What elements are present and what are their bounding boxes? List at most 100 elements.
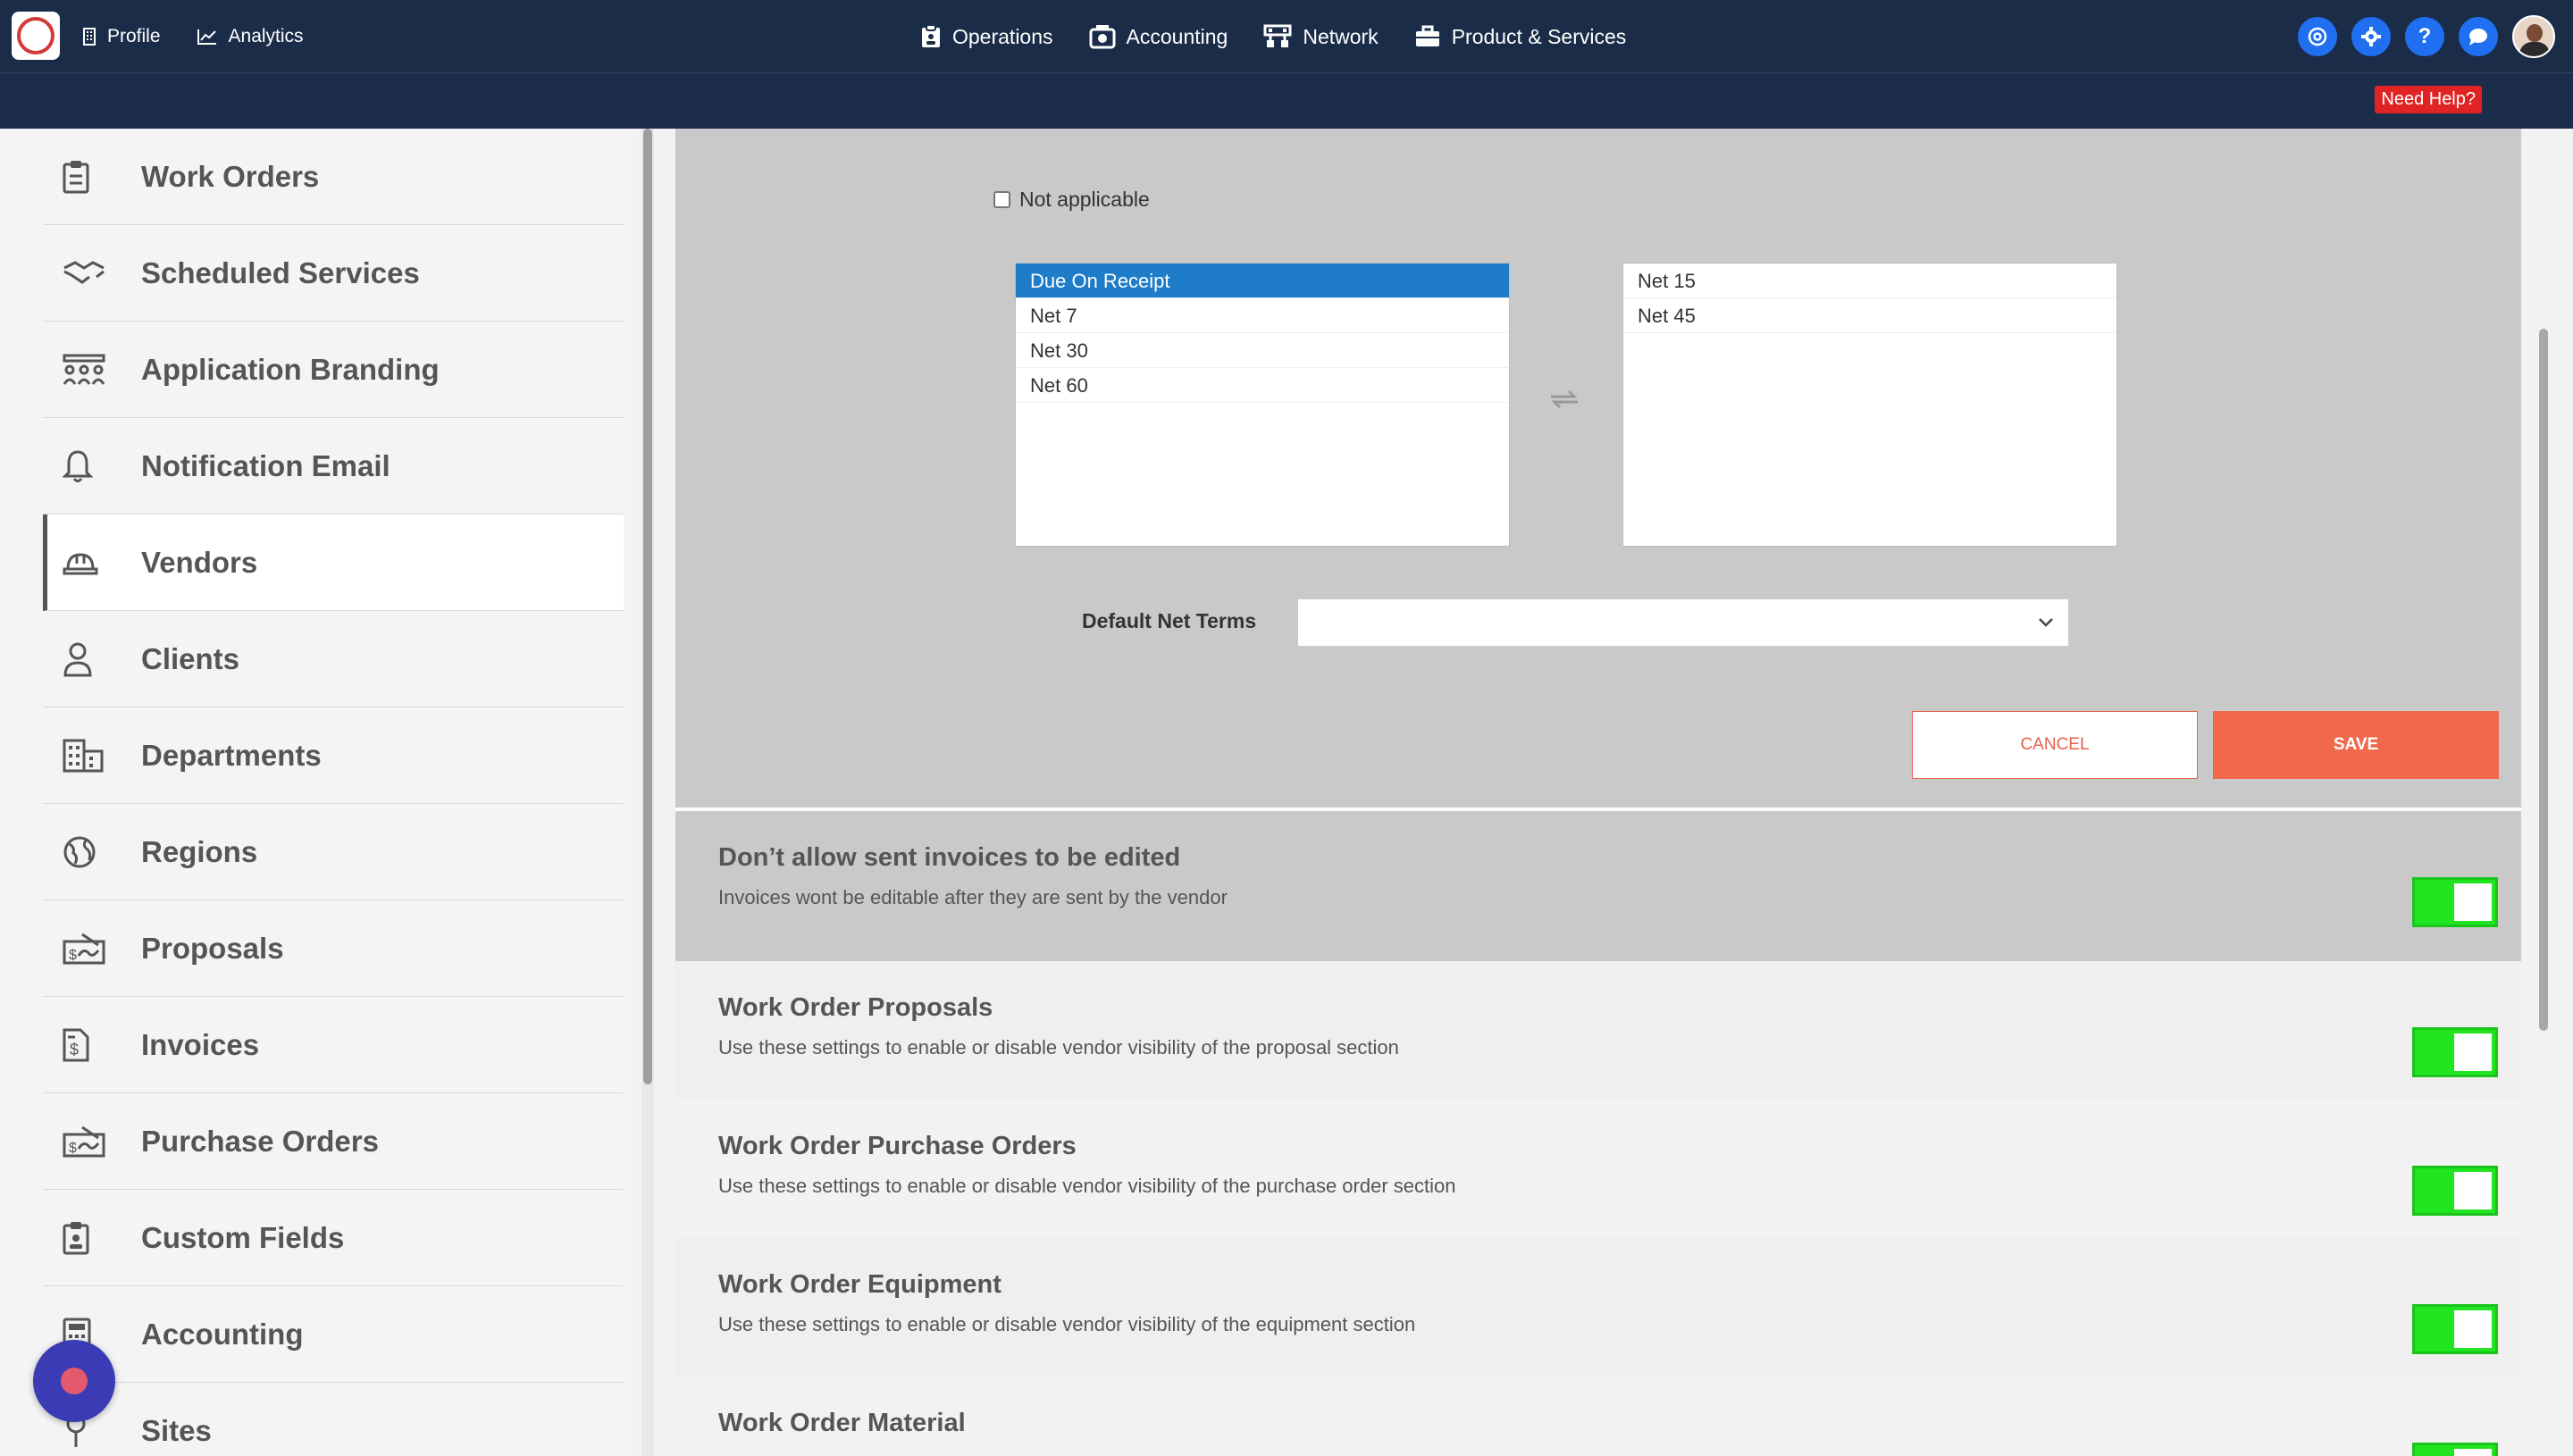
sidebar-label: Custom Fields bbox=[141, 1220, 345, 1254]
nav-accounting-label: Accounting bbox=[1126, 24, 1228, 48]
sidebar-label: Proposals bbox=[141, 931, 284, 965]
toggle-knob bbox=[2454, 1449, 2492, 1456]
sidebar-item-invoices[interactable]: $ Invoices bbox=[43, 997, 624, 1093]
building-icon bbox=[82, 28, 96, 46]
setting-work-order-equipment: Work Order Equipment Use these settings … bbox=[675, 1238, 2521, 1377]
setting-toggle[interactable] bbox=[2412, 1443, 2498, 1456]
invoice-icon: $ bbox=[63, 1028, 113, 1062]
list-item[interactable]: Net 45 bbox=[1623, 298, 2116, 333]
need-help-button[interactable]: Need Help? bbox=[2375, 86, 2482, 113]
sidebar-scrollbar[interactable] bbox=[641, 129, 654, 1456]
support-button[interactable] bbox=[2298, 17, 2337, 56]
list-item[interactable]: Net 60 bbox=[1016, 368, 1509, 403]
app-logo[interactable] bbox=[12, 12, 60, 60]
sidebar-item-departments[interactable]: Departments bbox=[43, 707, 624, 804]
default-net-terms-label: Default Net Terms bbox=[1082, 609, 1257, 632]
sidebar-item-work-orders[interactable]: Work Orders bbox=[43, 129, 624, 225]
sidebar-item-notification-email[interactable]: Notification Email bbox=[43, 418, 624, 515]
signed-check-icon: $ bbox=[63, 1125, 113, 1158]
sidebar-item-regions[interactable]: Regions bbox=[43, 804, 624, 900]
avatar-head bbox=[2527, 24, 2543, 42]
nav-operations[interactable]: Operations bbox=[920, 24, 1053, 49]
toggle-knob bbox=[2454, 1033, 2492, 1071]
nav-right-group: ? bbox=[2298, 0, 2555, 73]
nav-profile[interactable]: Profile bbox=[82, 26, 161, 47]
sidebar-item-vendors[interactable]: Vendors bbox=[43, 515, 624, 611]
nav-analytics-label: Analytics bbox=[228, 26, 304, 46]
setting-title: Don’t allow sent invoices to be edited bbox=[718, 843, 1181, 872]
secondary-bar: Need Help? bbox=[0, 73, 2573, 129]
users-group-icon bbox=[63, 354, 113, 386]
setting-toggle[interactable] bbox=[2412, 1027, 2498, 1077]
sidebar-item-sites[interactable]: Sites bbox=[43, 1383, 624, 1456]
nav-products-label: Product & Services bbox=[1451, 24, 1627, 48]
nav-network-label: Network bbox=[1303, 24, 1379, 48]
chosen-terms-list[interactable]: Net 15 Net 45 bbox=[1622, 263, 2117, 547]
setting-toggle[interactable] bbox=[2412, 1304, 2498, 1354]
nav-accounting[interactable]: Accounting bbox=[1089, 24, 1228, 49]
hard-hat-icon bbox=[63, 549, 113, 576]
setting-title: Work Order Purchase Orders bbox=[718, 1132, 1077, 1160]
avatar-body bbox=[2519, 42, 2550, 56]
setting-description: Use these settings to enable or disable … bbox=[718, 1175, 1456, 1197]
nav-profile-label: Profile bbox=[107, 26, 161, 46]
content-scroll-thumb[interactable] bbox=[2539, 329, 2548, 1031]
nav-operations-label: Operations bbox=[952, 24, 1053, 48]
clipboard-icon bbox=[920, 24, 942, 49]
gear-icon bbox=[2361, 27, 2381, 46]
setting-description: Use these settings to enable or disable … bbox=[718, 1036, 1399, 1059]
floating-action-button[interactable] bbox=[33, 1340, 115, 1422]
nav-center-group: Operations Accounting Network Product & … bbox=[920, 0, 1626, 73]
sidebar-item-clients[interactable]: Clients bbox=[43, 611, 624, 707]
chevron-down-icon bbox=[2036, 612, 2056, 636]
list-item[interactable]: Net 30 bbox=[1016, 333, 1509, 368]
nav-analytics[interactable]: Analytics bbox=[197, 26, 304, 47]
available-terms-list[interactable]: Due On Receipt Net 7 Net 30 Net 60 bbox=[1015, 263, 1510, 547]
list-item[interactable]: Net 15 bbox=[1623, 264, 2116, 298]
setting-toggle[interactable] bbox=[2412, 877, 2498, 927]
sidebar-item-custom-fields[interactable]: Custom Fields bbox=[43, 1190, 624, 1286]
cancel-button[interactable]: CANCEL bbox=[1912, 711, 2198, 779]
save-button[interactable]: SAVE bbox=[2213, 711, 2499, 779]
svg-text:$: $ bbox=[69, 1141, 77, 1156]
setting-toggle[interactable] bbox=[2412, 1166, 2498, 1216]
settings-button[interactable] bbox=[2351, 17, 2391, 56]
sidebar-label: Departments bbox=[141, 738, 322, 772]
sidebar-item-proposals[interactable]: $ Proposals bbox=[43, 900, 624, 997]
net-terms-panel: Not applicable Due On Receipt Net 7 Net … bbox=[675, 129, 2521, 807]
buildings-icon bbox=[63, 739, 113, 773]
sidebar-label: Regions bbox=[141, 834, 258, 868]
logo-emblem bbox=[17, 17, 54, 54]
sidebar-item-scheduled-services[interactable]: Scheduled Services bbox=[43, 225, 624, 322]
line-chart-icon bbox=[197, 28, 218, 46]
list-item[interactable]: Net 7 bbox=[1016, 298, 1509, 333]
setting-work-order-purchase-orders: Work Order Purchase Orders Use these set… bbox=[675, 1100, 2521, 1238]
sidebar-label: Work Orders bbox=[141, 159, 320, 193]
setting-title: Work Order Proposals bbox=[718, 993, 993, 1022]
not-applicable-checkbox[interactable] bbox=[993, 191, 1010, 208]
briefcase-icon bbox=[1414, 25, 1441, 48]
not-applicable-row: Not applicable bbox=[993, 188, 1150, 212]
content-scrollbar[interactable] bbox=[2537, 129, 2550, 1456]
chat-bubble-icon bbox=[2469, 29, 2487, 46]
swap-arrows-icon[interactable] bbox=[1549, 386, 1580, 416]
nav-network[interactable]: Network bbox=[1263, 24, 1379, 49]
help-button[interactable]: ? bbox=[2405, 17, 2444, 56]
sidebar-item-purchase-orders[interactable]: $ Purchase Orders bbox=[43, 1093, 624, 1190]
default-net-terms-select[interactable] bbox=[1297, 598, 2069, 647]
top-navigation-bar: Profile Analytics Operations Accounting bbox=[0, 0, 2573, 73]
toggle-knob bbox=[2454, 1310, 2492, 1348]
setting-description: Invoices wont be editable after they are… bbox=[718, 886, 1228, 908]
sidebar-item-application-branding[interactable]: Application Branding bbox=[43, 322, 624, 418]
sidebar-scroll-thumb[interactable] bbox=[643, 129, 652, 1084]
sidebar-label: Purchase Orders bbox=[141, 1124, 379, 1158]
list-item[interactable]: Due On Receipt bbox=[1016, 264, 1509, 298]
setting-work-order-material: Work Order Material bbox=[675, 1377, 2521, 1456]
sidebar-item-accounting[interactable]: Accounting bbox=[43, 1286, 624, 1383]
user-avatar[interactable] bbox=[2512, 15, 2555, 58]
setting-title: Work Order Material bbox=[718, 1409, 966, 1437]
nav-products-services[interactable]: Product & Services bbox=[1414, 24, 1627, 49]
chat-button[interactable] bbox=[2459, 17, 2498, 56]
toggle-knob bbox=[2454, 1172, 2492, 1209]
sidebar-label: Scheduled Services bbox=[141, 255, 420, 289]
